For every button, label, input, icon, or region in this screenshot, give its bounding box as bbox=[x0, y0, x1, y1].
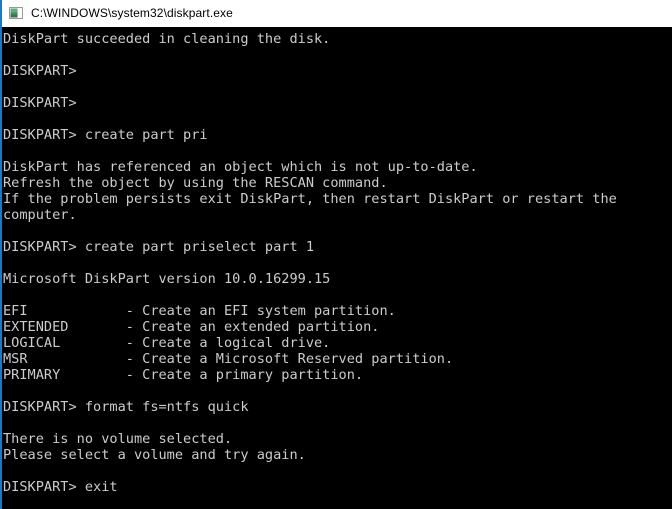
console-line: EFI - Create an EFI system partition. bbox=[3, 303, 396, 319]
console-text: DiskPart succeeded in cleaning the disk.… bbox=[3, 31, 672, 495]
console-line: Please select a volume and try again. bbox=[3, 447, 306, 463]
console-line: There is no volume selected. bbox=[3, 431, 233, 447]
console-line: MSR - Create a Microsoft Reserved partit… bbox=[3, 351, 454, 367]
console-line: PRIMARY - Create a primary partition. bbox=[3, 367, 364, 383]
console-window-icon bbox=[8, 5, 24, 21]
console-line: Refresh the object by using the RESCAN c… bbox=[3, 175, 388, 191]
console-line: Microsoft DiskPart version 10.0.16299.15 bbox=[3, 271, 331, 287]
console-line: computer. bbox=[3, 207, 77, 223]
console-line: EXTENDED - Create an extended partition. bbox=[3, 319, 380, 335]
console-line: DISKPART> exit bbox=[3, 479, 118, 495]
console-line: LOGICAL - Create a logical drive. bbox=[3, 335, 331, 351]
console-window: C:\WINDOWS\system32\diskpart.exe DiskPar… bbox=[0, 0, 672, 509]
console-line: DISKPART> bbox=[3, 95, 77, 111]
console-output-area[interactable]: DiskPart succeeded in cleaning the disk.… bbox=[2, 27, 672, 508]
console-line: DISKPART> bbox=[3, 63, 77, 79]
console-line: If the problem persists exit DiskPart, t… bbox=[3, 191, 617, 207]
console-line: DISKPART> format fs=ntfs quick bbox=[3, 399, 249, 415]
console-line: DISKPART> create part priselect part 1 bbox=[3, 239, 314, 255]
console-line: DiskPart has referenced an object which … bbox=[3, 159, 478, 175]
window-title: C:\WINDOWS\system32\diskpart.exe bbox=[31, 6, 233, 20]
console-line: DiskPart succeeded in cleaning the disk. bbox=[3, 31, 331, 47]
title-bar[interactable]: C:\WINDOWS\system32\diskpart.exe bbox=[2, 0, 672, 27]
console-line: DISKPART> create part pri bbox=[3, 127, 208, 143]
